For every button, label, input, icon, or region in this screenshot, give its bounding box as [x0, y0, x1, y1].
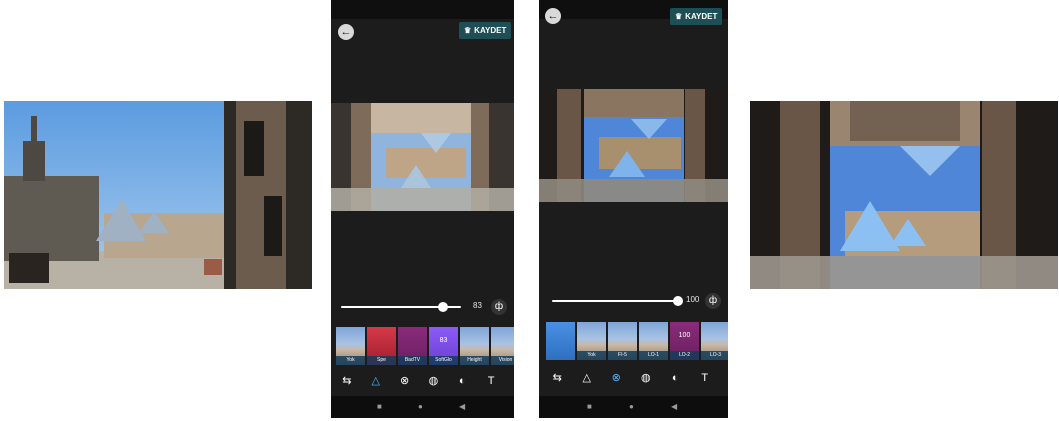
home-icon[interactable]: ●: [418, 401, 423, 413]
filter-thumb[interactable]: 100 LO-2: [670, 322, 699, 360]
filter-label: Yok: [577, 351, 606, 360]
photo-preview: [331, 103, 514, 211]
slider-value: 100: [686, 295, 700, 304]
slider-track[interactable]: [552, 300, 680, 302]
filter-icon[interactable]: △: [581, 370, 594, 386]
home-icon[interactable]: ●: [629, 401, 634, 413]
filter-strip: Yok FI-5 LO-1 100 LO-2 LO-3: [546, 322, 728, 360]
tool-bar: ⇆ △ ⊗ ◍ ◐ T: [551, 370, 728, 386]
filter-strip: YokSpeBadTV83SoftGloHeightVisionC: [336, 327, 514, 365]
slider-value: 83: [473, 301, 482, 310]
filter-thumb[interactable]: LO-3: [701, 322, 728, 360]
blend-icon[interactable]: ◐: [669, 370, 682, 386]
back-arrow-icon[interactable]: ←: [545, 8, 561, 24]
original-photo: [4, 101, 312, 289]
filter-thumb[interactable]: Yok: [336, 327, 365, 365]
text-icon[interactable]: T: [485, 373, 497, 389]
editor-screen-filters: ← ♛ KAYDET 83 ф Yok Spe BadTV 83 SoftGlo…: [331, 0, 514, 418]
filter-thumb[interactable]: Spe: [367, 327, 396, 365]
filter-intensity: 100: [678, 332, 691, 339]
save-label: KAYDET: [685, 12, 718, 21]
filter-label: LO-2: [670, 351, 699, 360]
crown-icon: ♛: [675, 12, 683, 21]
filter-label: Vision: [491, 356, 514, 365]
back-nav-icon[interactable]: ◀: [459, 401, 465, 413]
blend-icon[interactable]: ◐: [456, 373, 468, 389]
android-nav-bar: ■ ● ◀: [539, 396, 728, 418]
intensity-slider[interactable]: 100 ф: [552, 293, 728, 309]
save-button[interactable]: ♛ KAYDET: [670, 8, 723, 25]
slider-thumb[interactable]: [438, 302, 448, 312]
tool-bar: ⇆ △ ⊗ ◍ ◐ T: [341, 373, 514, 389]
filter-label: Spe: [367, 356, 396, 365]
adjust-icon[interactable]: ⇆: [551, 370, 564, 386]
filter-label: BadTV: [398, 356, 427, 365]
editor-screen-overlays: ← ♛ KAYDET 100 ф Yok FI-5 LO-1 100 LO-2 …: [539, 0, 728, 418]
filter-intensity: 83: [439, 337, 448, 344]
intensity-slider[interactable]: 83 ф: [341, 299, 509, 315]
comparison-figure: ← ♛ KAYDET 83 ф Yok Spe BadTV 83 SoftGlo…: [0, 0, 1059, 421]
filter-icon[interactable]: △: [370, 373, 382, 389]
filter-thumb[interactable]: BadTV: [398, 327, 427, 365]
filter-thumb[interactable]: LO-1: [639, 322, 668, 360]
filter-label: LO-3: [701, 351, 728, 360]
android-nav-bar: ■ ● ◀: [331, 396, 514, 418]
status-bar: [331, 0, 514, 19]
overlay-icon[interactable]: ⊗: [399, 373, 411, 389]
photo-preview: [539, 89, 728, 202]
slider-thumb[interactable]: [673, 296, 683, 306]
filter-label: LO-1: [639, 351, 668, 360]
filter-thumb[interactable]: Yok: [577, 322, 606, 360]
save-button[interactable]: ♛ KAYDET: [459, 22, 512, 39]
filter-thumb[interactable]: [546, 322, 575, 360]
back-arrow-icon[interactable]: ←: [338, 24, 354, 40]
filter-thumb[interactable]: FI-5: [608, 322, 637, 360]
filter-thumb[interactable]: Height: [460, 327, 489, 365]
filter-thumb[interactable]: Vision: [491, 327, 514, 365]
texture-icon[interactable]: ◍: [640, 370, 653, 386]
crown-icon: ♛: [464, 26, 472, 35]
recents-icon[interactable]: ■: [377, 401, 382, 413]
compare-icon[interactable]: ф: [705, 293, 721, 309]
filter-label: Yok: [336, 356, 365, 365]
text-icon[interactable]: T: [699, 370, 712, 386]
filter-label: Height: [460, 356, 489, 365]
save-label: KAYDET: [474, 26, 507, 35]
filter-thumb[interactable]: 83 SoftGlo: [429, 327, 458, 365]
result-photo: [750, 101, 1058, 289]
filter-label: SoftGlo: [429, 356, 458, 365]
adjust-icon[interactable]: ⇆: [341, 373, 353, 389]
back-nav-icon[interactable]: ◀: [671, 401, 677, 413]
compare-icon[interactable]: ф: [491, 299, 507, 315]
filter-label: FI-5: [608, 351, 637, 360]
recents-icon[interactable]: ■: [587, 401, 592, 413]
texture-icon[interactable]: ◍: [427, 373, 439, 389]
overlay-icon[interactable]: ⊗: [610, 370, 623, 386]
